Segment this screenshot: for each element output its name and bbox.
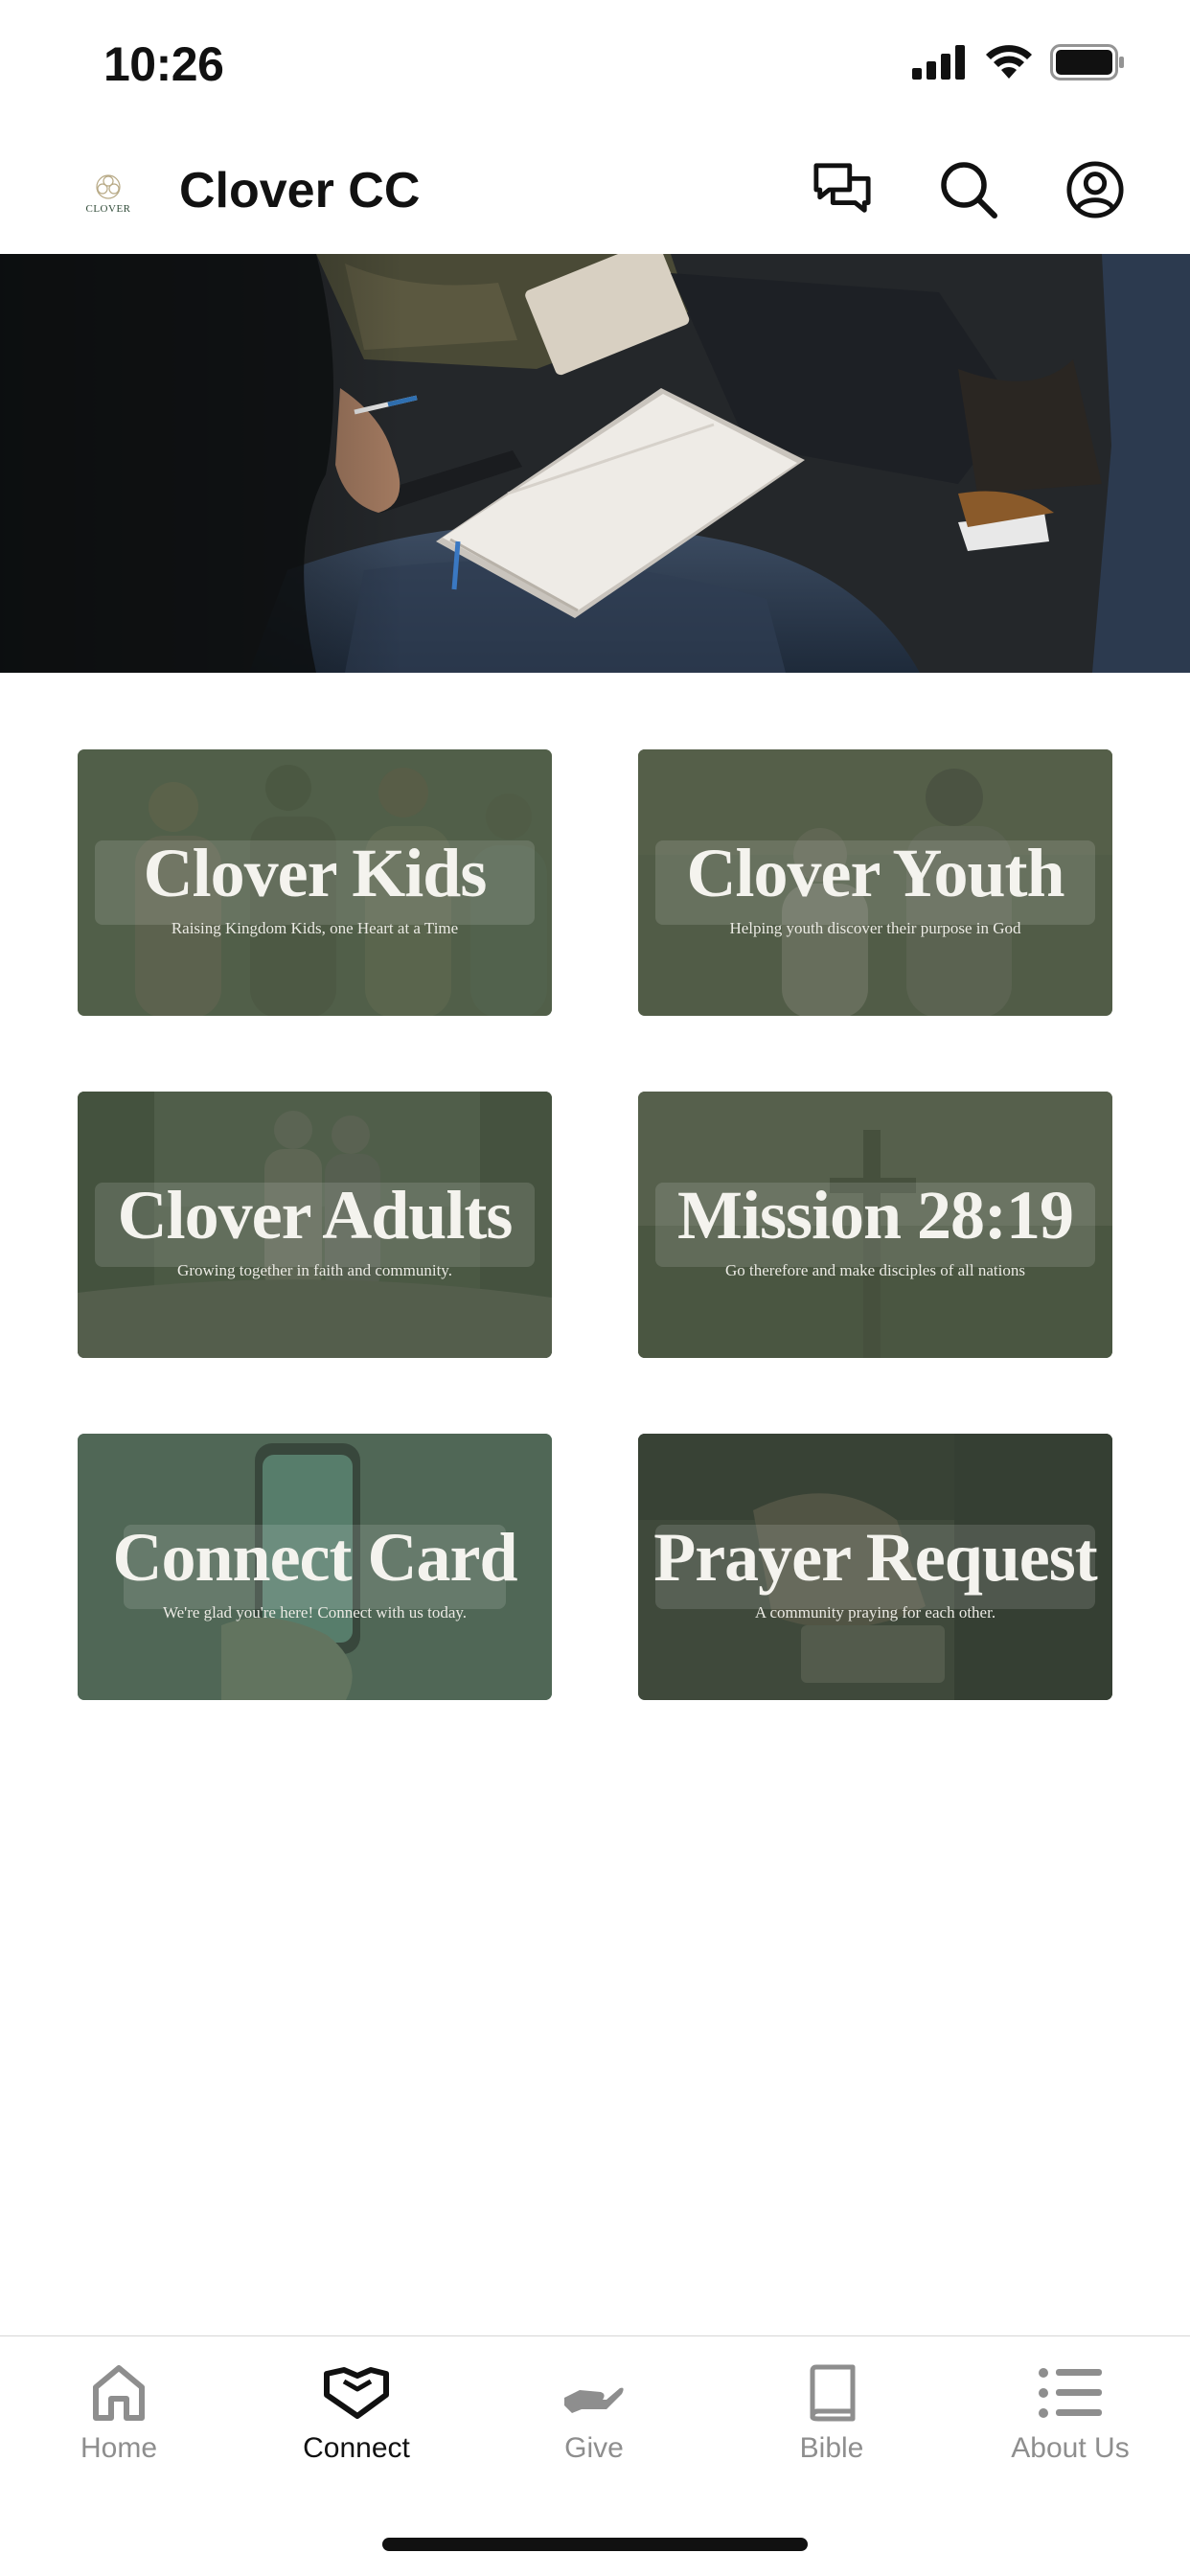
profile-button[interactable]: [1065, 160, 1125, 219]
status-bar: 10:26: [0, 0, 1190, 129]
search-button[interactable]: [939, 160, 998, 219]
card-subtitle: We're glad you're here! Connect with us …: [162, 1603, 468, 1622]
card-clover-adults[interactable]: Clover Adults Growing together in faith …: [78, 1092, 552, 1358]
give-hand-icon: [562, 2361, 626, 2425]
logo-text: CLOVER: [85, 203, 131, 215]
card-title: Connect Card: [112, 1519, 518, 1596]
church-logo[interactable]: CLOVER: [79, 164, 138, 223]
handshake-icon: [323, 2361, 390, 2425]
home-icon: [92, 2361, 146, 2425]
book-icon: [807, 2361, 857, 2425]
tab-label: Give: [564, 2432, 624, 2464]
user-circle-icon: [1066, 161, 1124, 218]
card-subtitle: Raising Kingdom Kids, one Heart at a Tim…: [171, 919, 459, 937]
card-title: Clover Adults: [117, 1177, 514, 1254]
messages-button[interactable]: [812, 160, 872, 219]
tab-connect[interactable]: Connect: [238, 2336, 475, 2490]
tab-label: Bible: [799, 2432, 864, 2464]
search-icon: [941, 162, 997, 218]
card-clover-kids[interactable]: Clover Kids Raising Kingdom Kids, one He…: [78, 749, 552, 1016]
card-title: Clover Kids: [143, 835, 488, 911]
home-indicator[interactable]: [382, 2538, 808, 2551]
list-icon: [1039, 2361, 1102, 2425]
status-icons: [912, 44, 1125, 80]
clover-logo-icon: [96, 174, 121, 199]
card-title: Mission 28:19: [676, 1177, 1074, 1254]
tab-label: Connect: [303, 2432, 410, 2464]
status-time: 10:26: [103, 37, 224, 91]
app-header: CLOVER Clover CC: [0, 129, 1190, 254]
tab-home[interactable]: Home: [0, 2336, 238, 2490]
card-title: Clover Youth: [686, 835, 1064, 911]
battery-icon: [1050, 44, 1125, 80]
header-actions: [812, 160, 1125, 219]
card-connect-card[interactable]: Connect Card We're glad you're here! Con…: [78, 1434, 552, 1700]
hero-photo-illustration: [0, 254, 1190, 673]
card-subtitle: A community praying for each other.: [754, 1603, 996, 1622]
tab-about-us[interactable]: About Us: [950, 2336, 1190, 2490]
card-subtitle: Growing together in faith and community.: [177, 1261, 452, 1279]
card-subtitle: Helping youth discover their purpose in …: [729, 919, 1021, 937]
app-title: Clover CC: [179, 163, 421, 218]
card-subtitle: Go therefore and make disciples of all n…: [725, 1261, 1025, 1279]
card-clover-youth[interactable]: Clover Youth Helping youth discover thei…: [638, 749, 1112, 1016]
cellular-signal-icon: [912, 45, 968, 80]
chat-bubbles-icon: [813, 163, 871, 213]
tab-bible[interactable]: Bible: [713, 2336, 950, 2490]
wifi-icon: [985, 44, 1033, 80]
card-title: Prayer Request: [653, 1519, 1098, 1596]
tab-label: Home: [80, 2432, 158, 2464]
hero-image: [0, 254, 1190, 673]
card-prayer-request[interactable]: Prayer Request A community praying for e…: [638, 1434, 1112, 1700]
tab-label: About Us: [1011, 2432, 1130, 2464]
card-mission-28-19[interactable]: Mission 28:19 Go therefore and make disc…: [638, 1092, 1112, 1358]
tab-give[interactable]: Give: [475, 2336, 713, 2490]
